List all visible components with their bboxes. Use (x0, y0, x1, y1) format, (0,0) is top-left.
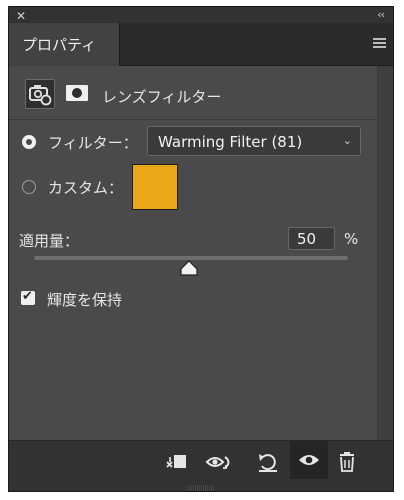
custom-label: カスタム： (48, 179, 124, 197)
preserve-luminosity-label: 輝度を保持 (47, 291, 123, 309)
view-previous-state-button[interactable] (205, 451, 235, 473)
filter-dropdown-value: Warming Filter (81) (158, 133, 303, 151)
toggle-visibility-icon (299, 455, 319, 465)
density-input[interactable]: 50 (288, 227, 335, 250)
filter-label: フィルター： (48, 134, 138, 152)
filter-dropdown[interactable]: Warming Filter (81) ⌄ (147, 126, 361, 156)
density-label: 適用量： (19, 232, 80, 250)
filter-radio[interactable] (22, 135, 36, 149)
adjustment-title: レンズフィルター (102, 88, 222, 106)
density-unit: % (344, 230, 359, 248)
reset-icon (259, 454, 277, 472)
tab-properties[interactable]: プロパティ (9, 23, 120, 66)
custom-color-swatch[interactable] (132, 164, 178, 210)
adjustment-camera-icon (29, 85, 52, 106)
toggle-visibility-button[interactable] (290, 441, 328, 479)
density-value: 50 (297, 230, 317, 248)
clip-to-layer-icon (166, 455, 186, 468)
density-slider-thumb[interactable] (179, 260, 199, 276)
adjustment-settings-button[interactable] (25, 79, 55, 109)
close-icon[interactable]: ✕ (16, 9, 26, 23)
delete-icon (340, 452, 354, 472)
adjustment-header: レンズフィルター (9, 66, 378, 120)
mask-icon (66, 85, 88, 101)
check-icon: ✔ (22, 289, 33, 304)
delete-button[interactable] (335, 451, 359, 473)
bottom-toolbar (9, 440, 393, 487)
reset-button[interactable] (256, 451, 280, 473)
collapse-icon[interactable]: ‹‹ (377, 8, 385, 22)
custom-radio[interactable] (22, 180, 36, 194)
mask-button[interactable] (65, 83, 89, 103)
resize-grip-icon[interactable] (185, 485, 217, 491)
tab-label: プロパティ (22, 36, 97, 54)
preserve-luminosity-checkbox[interactable]: ✔ (21, 289, 35, 305)
clip-to-layer-button[interactable] (164, 451, 188, 473)
panel-menu-icon[interactable] (373, 38, 386, 48)
tab-bar: プロパティ (9, 23, 393, 66)
view-previous-state-icon (205, 456, 230, 469)
vertical-scrollbar[interactable] (377, 66, 393, 440)
chevron-down-icon: ⌄ (342, 134, 352, 147)
properties-content: レンズフィルター (9, 66, 393, 440)
